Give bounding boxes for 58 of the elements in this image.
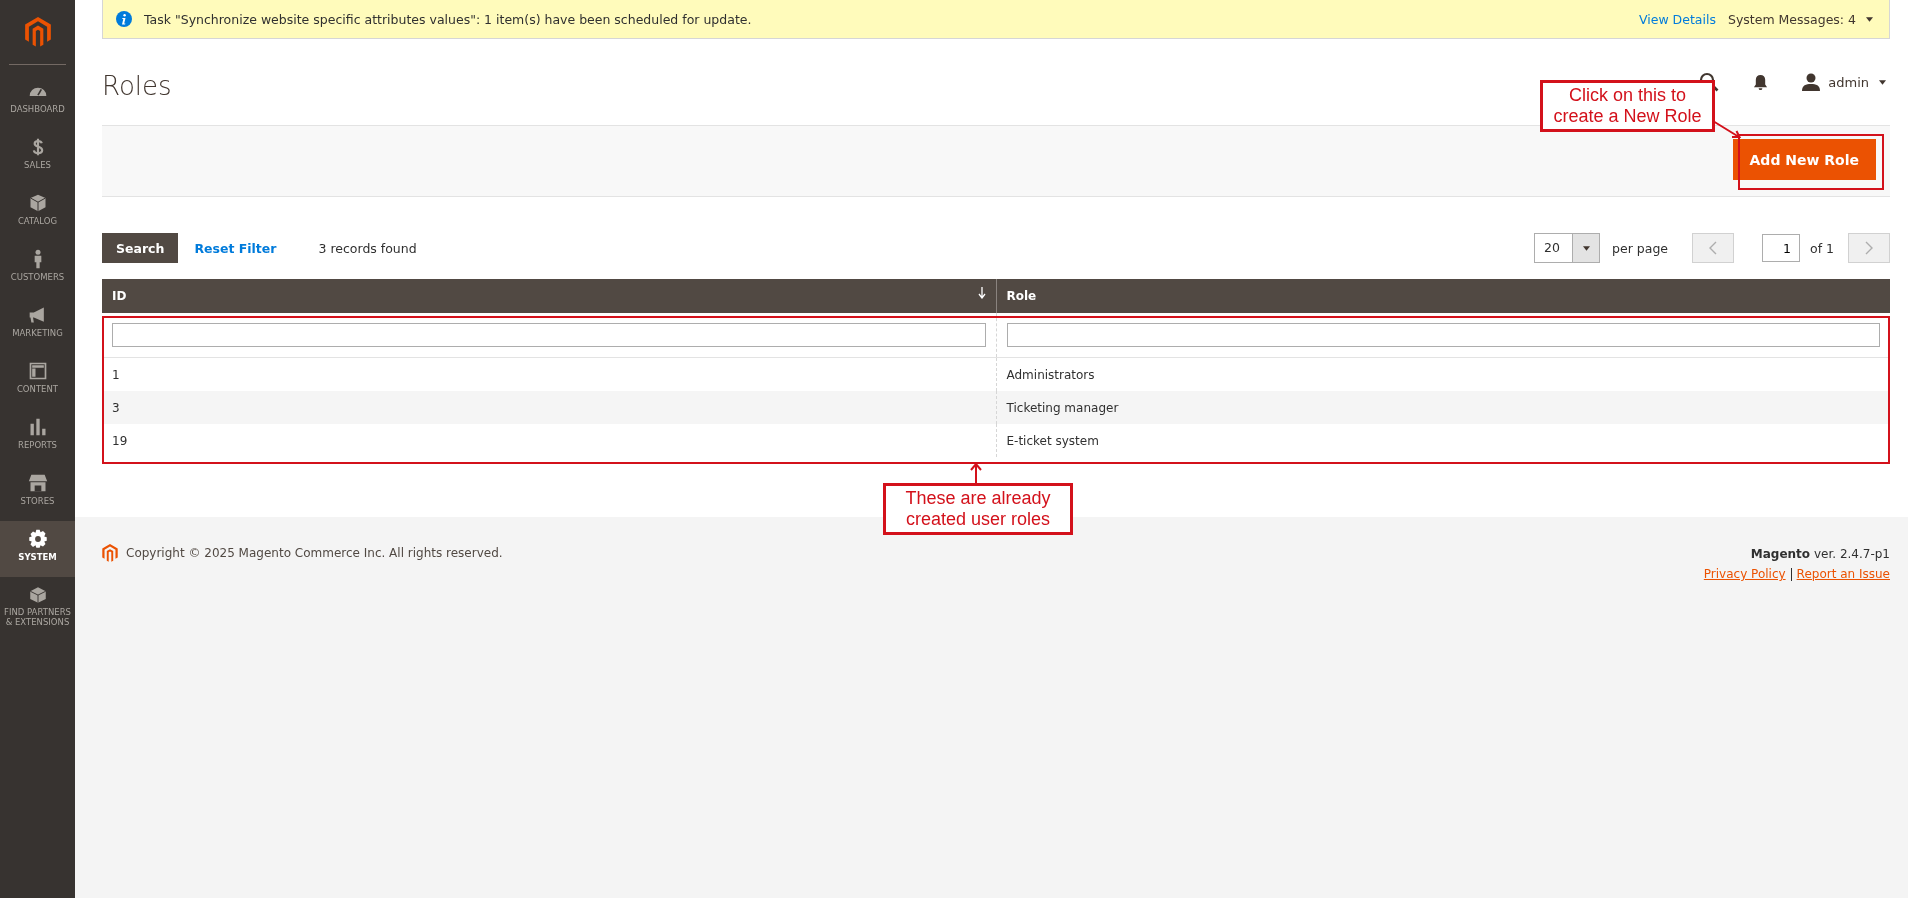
layout-icon (27, 361, 48, 381)
page-title: Roles (102, 70, 172, 101)
table-cell: 3 (102, 391, 996, 424)
annotation-callout: Click on this to create a New Role (1540, 80, 1715, 132)
previous-page-button[interactable] (1692, 233, 1734, 263)
logo-icon (102, 544, 118, 562)
page-count: of 1 (1810, 240, 1834, 256)
brick-icon (27, 585, 48, 604)
footer-link[interactable]: Report an Issue (1796, 564, 1890, 584)
logo-icon (24, 17, 51, 47)
view-details-link[interactable]: View Details (1639, 11, 1716, 27)
column-header[interactable]: Role (996, 279, 1890, 313)
chevron-right-icon (1865, 241, 1873, 255)
caret-icon (1866, 16, 1873, 22)
system-messages-dropdown[interactable]: System Messages: 4 (1727, 11, 1856, 27)
box-icon (27, 193, 48, 213)
records-count: 3 records found (318, 240, 417, 256)
add-new-role-button[interactable]: Add New Role (1732, 139, 1876, 180)
sidebar-item[interactable]: CONTENT (0, 353, 75, 409)
chevron-left-icon (1709, 241, 1717, 255)
user-menu[interactable]: admin (1828, 74, 1869, 90)
sidebar-item[interactable]: FIND PARTNERS & EXTENSIONS (0, 577, 75, 633)
version-text: ver. 2.4.7-p1 (1813, 547, 1890, 561)
copyright-text: Copyright © 2025 Magento Commerce Inc. All rights reserved. (126, 546, 503, 560)
next-page-button[interactable] (1848, 233, 1890, 263)
brand-name: Magento (1750, 547, 1811, 561)
caret-icon (1879, 79, 1886, 85)
sidebar-item[interactable]: CUSTOMERS (0, 241, 75, 297)
page-number-field[interactable]: 1 (1762, 234, 1800, 262)
search-button[interactable]: Search (102, 233, 179, 263)
reset-filter-link[interactable]: Reset Filter (194, 240, 277, 256)
column-header[interactable]: ID (102, 279, 996, 313)
bell-icon[interactable] (1753, 73, 1769, 91)
sidebar-item[interactable]: REPORTS (0, 409, 75, 465)
notification-message: Task "Synchronize website specific attributes values": 1 item(s) have been scheduled for update. (144, 11, 752, 27)
sidebar-item[interactable]: DASHBOARD (0, 73, 75, 129)
per-page-label: per page (1612, 240, 1668, 256)
sidebar-item[interactable]: MARKETING (0, 297, 75, 353)
annotation-arrow (1712, 120, 1742, 140)
table-cell: 19 (102, 424, 996, 457)
sidebar-item[interactable]: CATALOG (0, 185, 75, 241)
table-cell: Ticketing manager (996, 391, 1890, 424)
annotation-callout: These are already created user roles (883, 483, 1073, 535)
filter-field[interactable] (112, 323, 986, 347)
sidebar-item[interactable]: STORES (0, 465, 75, 521)
storefront-icon (27, 473, 48, 493)
caret-icon (1582, 245, 1590, 251)
user-icon (1802, 73, 1821, 91)
sidebar-item[interactable]: SYSTEM (0, 521, 75, 577)
annotation-arrow (970, 463, 982, 483)
table-cell: 1 (102, 357, 996, 391)
footer-link[interactable]: Privacy Policy (1703, 564, 1786, 584)
per-page-select[interactable]: 20 (1534, 233, 1601, 263)
info-icon (116, 11, 132, 27)
settings-icon (27, 529, 48, 549)
filter-field[interactable] (1006, 323, 1880, 347)
sidebar-item[interactable]: SALES (0, 129, 75, 185)
table-cell: E-ticket system (996, 424, 1890, 457)
